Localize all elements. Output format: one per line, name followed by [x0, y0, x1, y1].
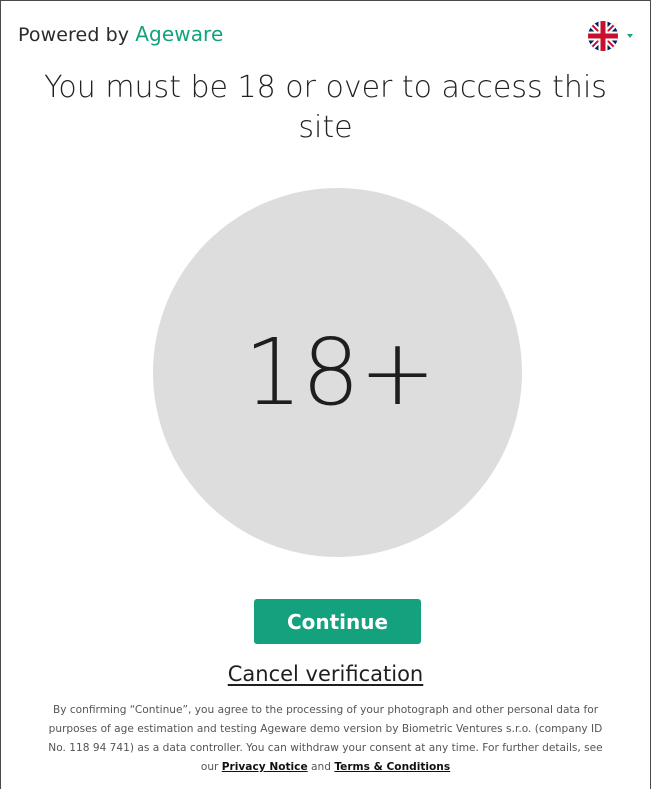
chevron-down-icon: [627, 34, 633, 38]
cancel-verification-link[interactable]: Cancel verification: [1, 662, 650, 686]
privacy-notice-link[interactable]: Privacy Notice: [222, 761, 308, 773]
legal-and: and: [311, 761, 331, 773]
powered-by: Powered by Ageware: [18, 22, 223, 46]
legal-notice: By confirming “Continue”, you agree to t…: [39, 701, 612, 777]
terms-conditions-link[interactable]: Terms & Conditions: [334, 761, 450, 773]
ageware-logo: Ageware: [135, 22, 224, 46]
powered-by-label: Powered by: [18, 24, 130, 46]
age-badge: 18+: [243, 318, 436, 426]
continue-button[interactable]: Continue: [254, 599, 421, 644]
age-verification-dialog: Powered by Ageware You must be 18 or ove…: [0, 0, 651, 789]
uk-flag-icon: [588, 21, 618, 51]
page-title: You must be 18 or over to access this si…: [44, 70, 607, 145]
age-circle: 18+: [153, 188, 522, 557]
language-selector[interactable]: [588, 21, 633, 51]
